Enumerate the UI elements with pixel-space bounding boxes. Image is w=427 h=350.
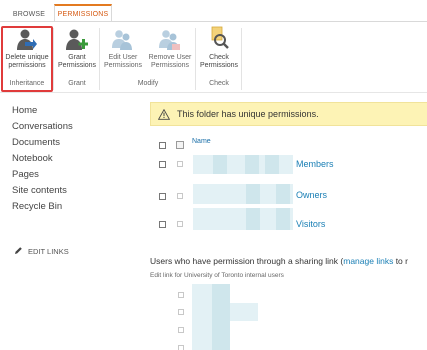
check-permissions-icon <box>205 26 233 52</box>
tab-permissions[interactable]: PERMISSIONS <box>54 4 112 22</box>
group-link-members[interactable]: Members <box>296 159 334 169</box>
group-modify-label: Modify <box>137 80 159 87</box>
sharing-row-checkbox[interactable] <box>178 327 184 333</box>
edit-user-permissions-icon <box>109 26 137 52</box>
file-type-icon <box>176 141 184 149</box>
remove-user-permissions-button[interactable]: Remove User Permissions <box>146 26 194 70</box>
nav-item-recycle-bin[interactable]: Recycle Bin <box>12 199 122 215</box>
edit-links-button[interactable]: EDIT LINKS <box>14 246 69 257</box>
ribbon-divider <box>241 28 242 90</box>
remove-user-permissions-icon <box>156 26 184 52</box>
check-label-2: Permissions <box>199 62 239 69</box>
row-secondary-checkbox[interactable] <box>177 161 183 167</box>
left-navigation: Home Conversations Documents Notebook Pa… <box>12 103 122 215</box>
sharing-link-description: Users who have permission through a shar… <box>150 256 408 266</box>
ribbon-divider <box>53 28 54 90</box>
notice-text: This folder has unique permissions. <box>177 109 319 119</box>
nav-item-pages[interactable]: Pages <box>12 167 122 183</box>
highlight-box <box>1 26 53 92</box>
redacted-block <box>276 184 290 204</box>
nav-item-conversations[interactable]: Conversations <box>12 119 122 135</box>
nav-item-notebook[interactable]: Notebook <box>12 151 122 167</box>
redacted-block <box>276 208 290 230</box>
row-checkbox[interactable] <box>159 221 166 228</box>
sharing-row-checkbox[interactable] <box>178 345 184 350</box>
redacted-block <box>245 155 259 174</box>
row-secondary-checkbox[interactable] <box>177 221 183 227</box>
nav-item-home[interactable]: Home <box>12 103 122 119</box>
redacted-block <box>246 184 260 204</box>
group-check-label: Check <box>209 80 229 87</box>
sharing-link-subtitle: Edit link for University of Toronto inte… <box>150 272 284 279</box>
ribbon: Delete unique permissions Grant Permissi… <box>0 21 427 93</box>
sharing-row-checkbox[interactable] <box>178 292 184 298</box>
row-checkbox[interactable] <box>159 161 166 168</box>
grant-permissions-button[interactable]: Grant Permissions <box>56 26 98 70</box>
check-permissions-button[interactable]: Check Permissions <box>198 26 240 70</box>
ribbon-divider <box>195 28 196 90</box>
unique-permissions-notice: This folder has unique permissions. <box>150 102 427 126</box>
grant-label-2: Permissions <box>57 62 97 69</box>
group-grant-label: Grant <box>68 80 86 87</box>
redacted-block <box>213 155 227 174</box>
check-label-1: Check <box>209 54 229 61</box>
edit-links-label: EDIT LINKS <box>28 247 69 256</box>
redacted-block <box>246 208 260 230</box>
sharing-text-suffix: to r <box>393 256 408 266</box>
select-all-checkbox[interactable] <box>159 142 166 149</box>
edit-user-permissions-button[interactable]: Edit User Permissions <box>102 26 144 70</box>
sharing-text-prefix: Users who have permission through a shar… <box>150 256 344 266</box>
grant-permissions-icon <box>63 26 91 52</box>
redacted-block <box>212 284 230 350</box>
remove-user-label-2: Permissions <box>150 62 190 69</box>
grant-label-1: Grant <box>68 54 86 61</box>
row-checkbox[interactable] <box>159 193 166 200</box>
edit-user-label-2: Permissions <box>103 62 143 69</box>
edit-user-label-1: Edit User <box>108 54 138 61</box>
column-header-name[interactable]: Name <box>192 138 211 145</box>
group-link-visitors[interactable]: Visitors <box>296 219 325 229</box>
manage-links-link[interactable]: manage links <box>343 256 393 266</box>
redacted-block <box>265 155 279 174</box>
ribbon-divider <box>99 28 100 90</box>
nav-item-site-contents[interactable]: Site contents <box>12 183 122 199</box>
ribbon-tabbar: BROWSE PERMISSIONS <box>0 0 427 22</box>
nav-item-documents[interactable]: Documents <box>12 135 122 151</box>
row-secondary-checkbox[interactable] <box>177 193 183 199</box>
tab-browse[interactable]: BROWSE <box>8 6 50 22</box>
warning-icon <box>158 108 170 120</box>
pencil-icon <box>14 246 23 257</box>
redacted-block <box>230 303 258 321</box>
sharing-row-checkbox[interactable] <box>178 309 184 315</box>
group-link-owners[interactable]: Owners <box>296 190 327 200</box>
remove-user-label-1: Remove User <box>148 54 192 61</box>
